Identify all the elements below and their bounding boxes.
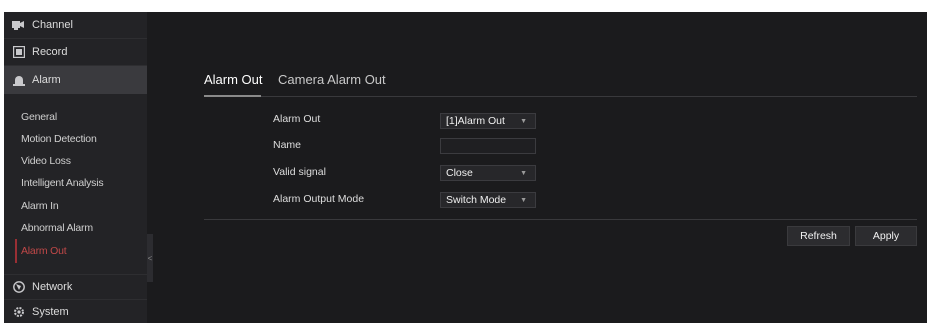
alarm-out-label: Alarm Out	[273, 113, 321, 125]
chevron-left-icon: <	[147, 253, 153, 263]
sidebar-item-label: Alarm	[32, 74, 61, 86]
alarm-output-mode-label: Alarm Output Mode	[273, 193, 365, 205]
alarm-output-mode-value: Switch Mode	[446, 194, 507, 206]
dropdown-caret-icon: ▼	[520, 197, 527, 204]
sidebar-subitem-motion-detection[interactable]: Motion Detection	[4, 128, 147, 150]
valid-signal-label: Valid signal	[273, 166, 326, 178]
valid-signal-value: Close	[446, 167, 473, 179]
tab-camera-alarm-out[interactable]: Camera Alarm Out	[278, 72, 386, 87]
sidebar-item-label: Channel	[32, 19, 73, 31]
sidebar-item-record[interactable]: Record	[4, 39, 147, 65]
sidebar-item-label: Record	[32, 46, 68, 58]
sidebar-item-alarm[interactable]: Alarm	[4, 66, 147, 94]
apply-button[interactable]: Apply	[855, 226, 917, 246]
tab-alarm-out[interactable]: Alarm Out	[204, 72, 263, 87]
app-window: Channel Record Alarm General Motion Dete…	[4, 12, 927, 323]
alarm-output-mode-select[interactable]: Switch Mode ▼	[440, 192, 536, 208]
sidebar-item-network[interactable]: Network	[4, 275, 147, 298]
sidebar-item-channel[interactable]: Channel	[4, 12, 147, 38]
sidebar-subitem-alarm-out[interactable]: Alarm Out	[4, 240, 147, 262]
record-icon	[12, 46, 25, 59]
name-input[interactable]	[440, 138, 536, 154]
form-divider	[204, 219, 917, 220]
alarm-out-value: [1]Alarm Out	[446, 115, 505, 127]
sidebar-item-label: Network	[32, 280, 73, 293]
sidebar-item-system[interactable]: System	[4, 300, 147, 323]
camera-icon	[12, 19, 25, 32]
sidebar: Channel Record Alarm General Motion Dete…	[4, 12, 147, 323]
sidebar-subitem-abnormal-alarm[interactable]: Abnormal Alarm	[4, 217, 147, 239]
system-gear-icon	[12, 305, 25, 318]
dropdown-caret-icon: ▼	[520, 118, 527, 125]
valid-signal-select[interactable]: Close ▼	[440, 165, 536, 181]
sidebar-subitem-video-loss[interactable]: Video Loss	[4, 150, 147, 172]
sidebar-item-label: System	[32, 305, 69, 318]
sidebar-subitem-intelligent-analysis[interactable]: Intelligent Analysis	[4, 172, 147, 194]
dropdown-caret-icon: ▼	[520, 170, 527, 177]
network-icon	[12, 280, 25, 293]
refresh-button[interactable]: Refresh	[787, 226, 850, 246]
tabs-divider	[204, 96, 917, 97]
alarm-out-select[interactable]: [1]Alarm Out ▼	[440, 113, 536, 129]
active-tab-indicator	[204, 95, 261, 97]
main-content: Alarm Out Camera Alarm Out Alarm Out [1]…	[153, 12, 927, 323]
alarm-icon	[12, 74, 25, 87]
sidebar-subitem-alarm-in[interactable]: Alarm In	[4, 195, 147, 217]
name-label: Name	[273, 139, 302, 151]
sidebar-subitem-general[interactable]: General	[4, 106, 147, 128]
